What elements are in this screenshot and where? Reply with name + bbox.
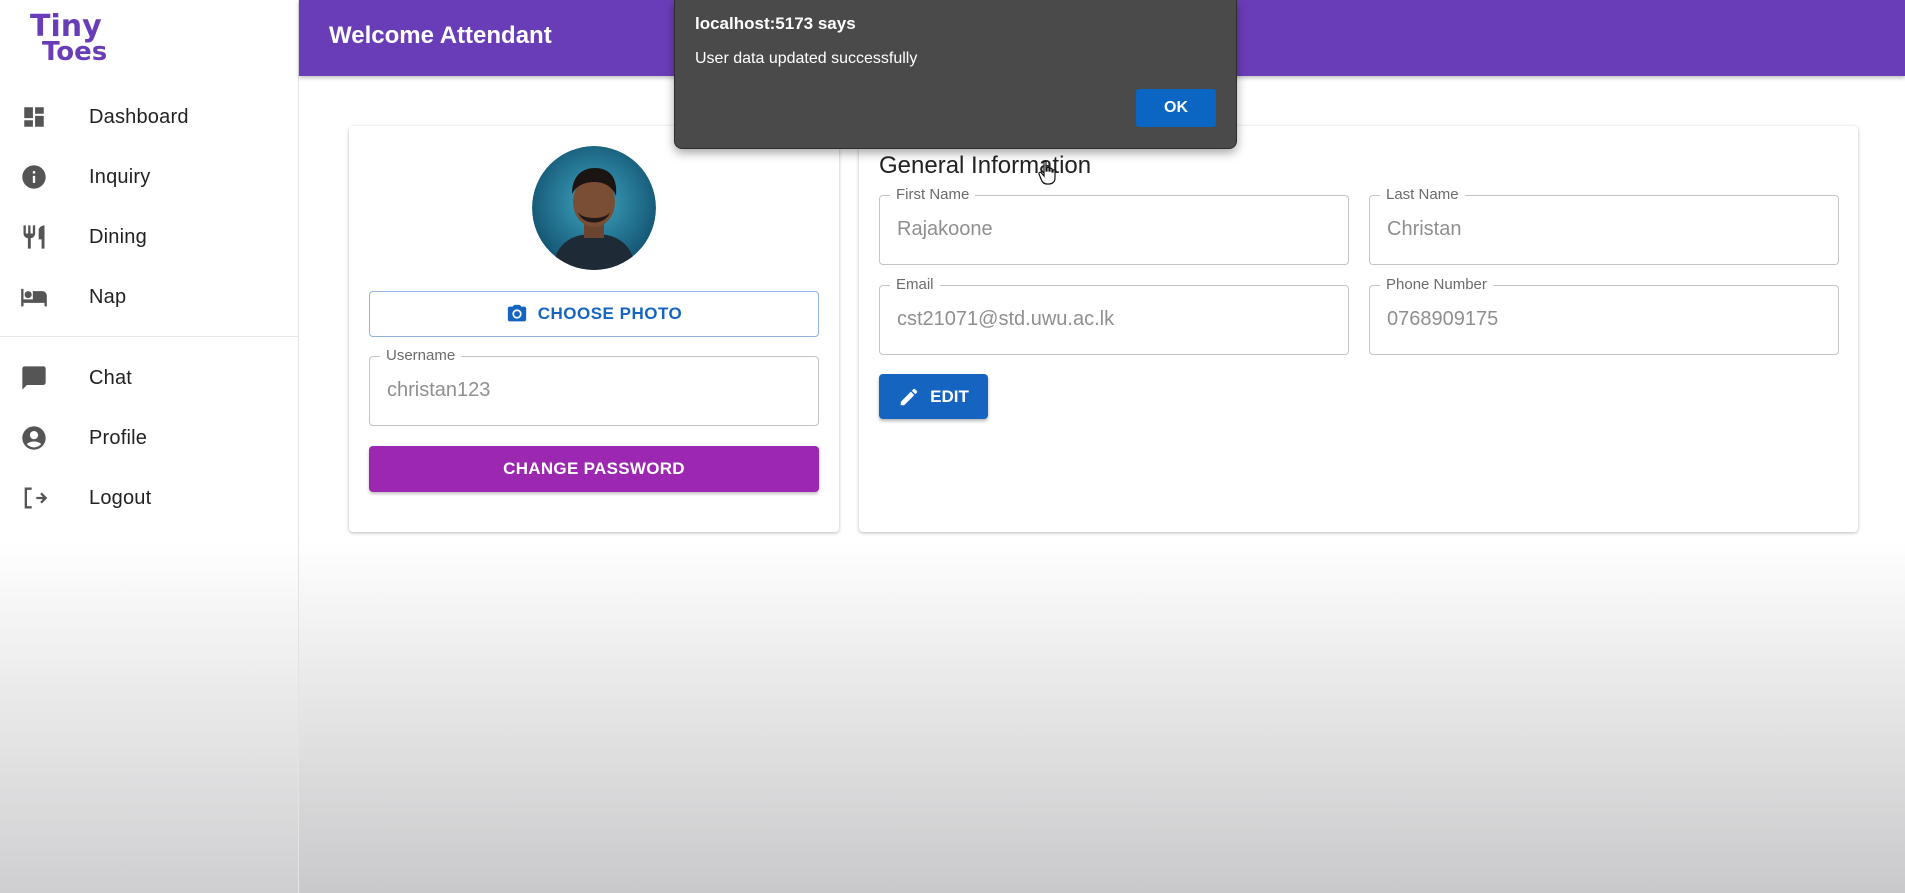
first-name-value: Rajakoone [897,218,993,240]
info-icon [20,163,48,191]
avatar [532,146,656,270]
sidebar-item-dining[interactable]: Dining [0,211,298,263]
alert-title: localhost:5173 says [695,14,856,33]
sidebar-item-label: Inquiry [89,165,151,188]
tiny-toes-logo: Tiny Toes [30,9,107,62]
page-title: Welcome Attendant [329,22,552,49]
pencil-icon [898,386,920,408]
choose-photo-button[interactable]: CHOOSE PHOTO [369,291,819,337]
sidebar-item-profile[interactable]: Profile [0,412,298,464]
account-circle-icon [20,424,48,452]
sidebar-item-label: Dashboard [89,105,189,128]
first-name-label: First Name [890,186,976,203]
phone-number-field[interactable]: Phone Number 0768909175 [1369,276,1839,355]
sidebar-item-label: Chat [89,366,133,389]
phone-number-label: Phone Number [1380,276,1493,293]
sidebar: Tiny Toes Dashboard Inquiry Dining Nap C… [0,0,299,893]
edit-button[interactable]: EDIT [879,374,988,419]
alert-message: User data updated successfully [695,50,918,67]
last-name-label: Last Name [1380,186,1465,203]
username-field[interactable]: Username christan123 [369,347,819,426]
sidebar-item-dashboard[interactable]: Dashboard [0,91,298,143]
sidebar-item-inquiry[interactable]: Inquiry [0,151,298,203]
chat-icon [20,364,48,392]
sidebar-item-label: Logout [89,486,152,509]
svg-text:Toes: Toes [42,37,107,62]
change-password-label: CHANGE PASSWORD [503,459,685,478]
dashboard-icon [20,103,48,131]
first-name-field[interactable]: First Name Rajakoone [879,186,1349,265]
sidebar-divider [0,336,298,337]
hand-pointer-cursor-icon [1038,160,1056,185]
restaurant-icon [20,223,48,251]
bed-icon [20,283,48,311]
sidebar-item-label: Nap [89,285,127,308]
last-name-field[interactable]: Last Name Christan [1369,186,1839,265]
sidebar-item-nap[interactable]: Nap [0,271,298,323]
alert-ok-button[interactable]: OK [1136,89,1216,127]
choose-photo-label: CHOOSE PHOTO [537,304,683,323]
email-field[interactable]: Email cst21071@std.uwu.ac.lk [879,276,1349,355]
last-name-value: Christan [1387,218,1462,240]
sidebar-item-logout[interactable]: Logout [0,472,298,524]
alert-dialog: localhost:5173 says User data updated su… [674,0,1237,149]
general-information-card: General Information First Name Rajakoone… [859,126,1858,532]
edit-label: EDIT [930,386,969,406]
phone-number-value: 0768909175 [1387,308,1499,330]
email-value: cst21071@std.uwu.ac.lk [897,308,1115,330]
camera-icon [506,303,528,325]
email-label: Email [890,276,940,293]
sidebar-item-label: Profile [89,426,148,449]
general-information-title: General Information [879,152,1092,179]
alert-ok-label: OK [1164,99,1188,116]
logout-icon [20,484,48,512]
sidebar-item-label: Dining [89,225,147,248]
sidebar-item-chat[interactable]: Chat [0,352,298,404]
username-label: Username [380,347,462,364]
profile-card: CHOOSE PHOTO Username christan123 CHANGE… [349,126,839,532]
username-value: christan123 [387,379,491,401]
change-password-button[interactable]: CHANGE PASSWORD [369,446,819,492]
